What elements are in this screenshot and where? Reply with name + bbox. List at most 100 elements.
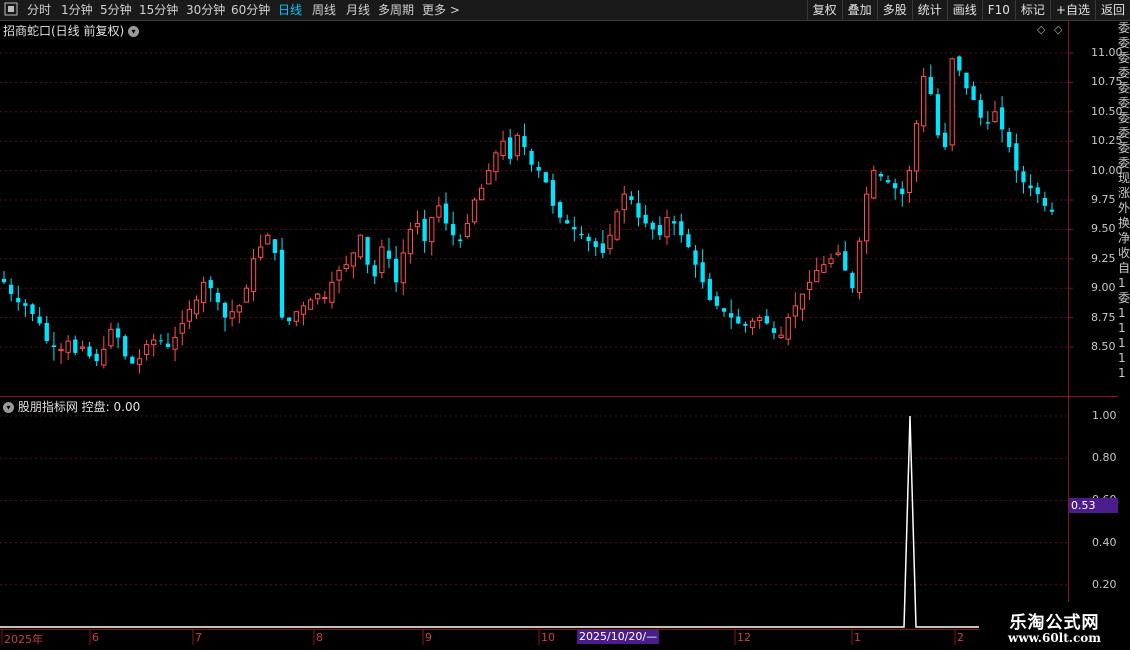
toolbar-button-3[interactable]: 统计: [911, 0, 947, 20]
date-axis-label: 10: [541, 631, 555, 644]
candle-body: [928, 76, 933, 95]
period-tab-8[interactable]: 月线: [346, 2, 370, 18]
stock-title-text: 招商蛇口(日线 前复权): [3, 24, 125, 38]
period-tab-9[interactable]: 多周期: [378, 2, 414, 18]
period-tab-4[interactable]: 30分钟: [186, 2, 225, 18]
toolbar-button-2[interactable]: 多股: [876, 0, 912, 20]
period-tab-6[interactable]: 日线: [278, 2, 302, 18]
window-menu-icon[interactable]: [4, 2, 18, 18]
toolbar-button-7[interactable]: +自选: [1049, 0, 1095, 20]
period-tab-3[interactable]: 15分钟: [139, 2, 178, 18]
candle: [500, 130, 506, 160]
candle: [451, 211, 456, 246]
candle-body: [386, 250, 392, 259]
price-tick-label: 9.50: [1091, 222, 1116, 236]
candle-body: [479, 187, 485, 201]
toolbar-button-8[interactable]: 返回: [1094, 0, 1130, 20]
candle: [636, 190, 641, 227]
candle-body: [272, 239, 278, 253]
candle: [250, 248, 257, 302]
candlestick-chart[interactable]: [0, 0, 1130, 650]
candle: [493, 150, 499, 181]
candle: [971, 81, 976, 101]
candle-body: [51, 345, 57, 347]
candle: [878, 171, 884, 182]
candle-body: [921, 76, 927, 127]
candle-body: [871, 170, 877, 199]
candle-body: [87, 346, 92, 357]
candle-body: [992, 111, 998, 123]
period-tab-10[interactable]: 更多 >: [422, 2, 460, 18]
candle-body: [557, 202, 563, 218]
candle: [707, 272, 712, 302]
toolbar-button-0[interactable]: 复权: [806, 0, 842, 20]
candle: [964, 72, 969, 95]
candle: [672, 215, 677, 236]
candle-body: [565, 220, 570, 224]
collapse-icon[interactable]: ◇: [1054, 23, 1062, 36]
candle-body: [522, 136, 527, 148]
candle: [643, 204, 648, 228]
candle: [222, 301, 228, 332]
candle: [621, 185, 627, 224]
indicator-tick-label: 0.80: [1092, 451, 1117, 465]
candle: [657, 216, 663, 240]
panel-divider[interactable]: [0, 396, 1118, 397]
candle-body: [229, 311, 235, 319]
candle: [258, 234, 264, 261]
candle-body: [151, 339, 157, 346]
candle: [593, 237, 598, 256]
candle-body: [906, 170, 913, 194]
candle: [115, 322, 121, 349]
candle: [236, 304, 242, 324]
candle: [350, 251, 356, 279]
candle: [73, 335, 78, 356]
candle-body: [307, 299, 314, 310]
candle: [307, 297, 314, 310]
candle-body: [957, 56, 962, 71]
period-tab-5[interactable]: 60分钟: [231, 2, 270, 18]
candle-body: [999, 107, 1005, 130]
candle-body: [721, 308, 727, 312]
candle-body: [579, 233, 584, 236]
candle: [372, 259, 377, 285]
candle-body: [287, 317, 292, 322]
toolbar-button-6[interactable]: 标记: [1014, 0, 1050, 20]
candle-body: [451, 224, 456, 236]
candle: [693, 245, 698, 278]
period-tab-1[interactable]: 1分钟: [61, 2, 93, 18]
period-tab-2[interactable]: 5分钟: [100, 2, 132, 18]
candle-body: [215, 292, 221, 303]
candle: [529, 148, 534, 172]
candle: [464, 214, 471, 239]
toolbar-button-4[interactable]: 画线: [946, 0, 982, 20]
candle: [935, 88, 941, 139]
candle-body: [729, 313, 734, 318]
diamond-icon[interactable]: ◇: [1037, 23, 1045, 36]
candle-body: [464, 223, 471, 238]
candle-body: [222, 302, 228, 318]
toolbar-button-1[interactable]: 叠加: [841, 0, 877, 20]
period-tab-0[interactable]: 分时: [27, 2, 51, 18]
candle: [23, 299, 28, 317]
candle-body: [322, 297, 328, 300]
candle: [928, 64, 933, 96]
candle-body: [357, 234, 364, 258]
candle: [179, 310, 185, 346]
candle: [1007, 127, 1012, 153]
candle: [978, 93, 983, 126]
chevron-down-icon[interactable]: ▾: [3, 402, 14, 413]
candle: [913, 120, 920, 182]
chevron-down-icon[interactable]: ▾: [128, 26, 140, 37]
candle-body: [486, 170, 492, 185]
candle-body: [179, 322, 185, 334]
candle: [543, 171, 548, 184]
toolbar-button-5[interactable]: F10: [981, 0, 1015, 20]
period-tab-7[interactable]: 周线: [312, 2, 336, 18]
candle: [215, 287, 221, 311]
candle-body: [365, 237, 370, 265]
candle: [486, 163, 492, 185]
candle: [186, 300, 192, 329]
candle: [949, 57, 955, 152]
price-tick-label: 9.75: [1091, 193, 1116, 206]
